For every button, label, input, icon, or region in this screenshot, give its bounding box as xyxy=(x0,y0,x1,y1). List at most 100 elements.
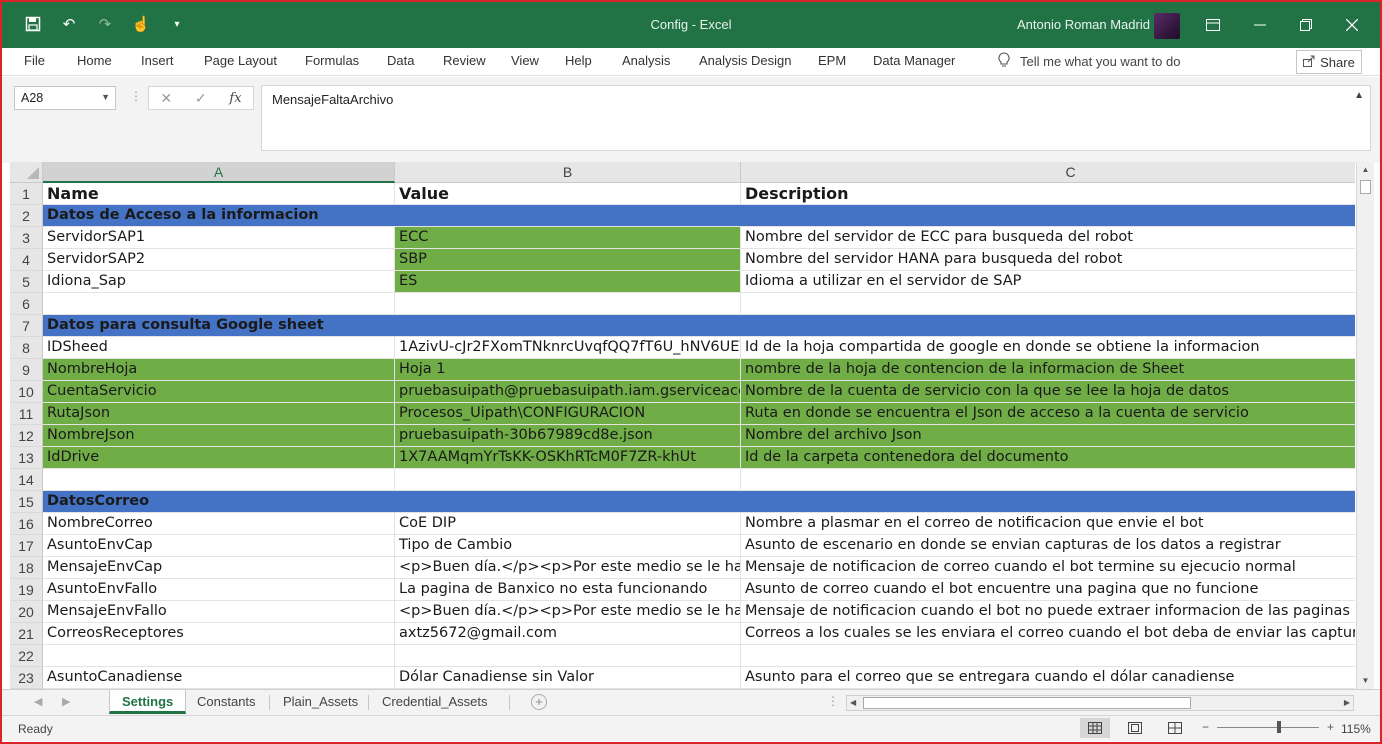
cell-b20[interactable]: <p>Buen día.</p><p>Por este medio se le … xyxy=(395,601,741,623)
scroll-down-icon[interactable]: ▼ xyxy=(1357,673,1374,689)
cell-a9[interactable]: NombreHoja xyxy=(43,359,395,381)
cell-c23[interactable]: Asunto para el correo que se entregara c… xyxy=(741,667,1355,689)
chevron-down-icon[interactable]: ▼ xyxy=(101,92,110,102)
cell-a19[interactable]: AsuntoEnvFallo xyxy=(43,579,395,601)
row-header[interactable]: 5 xyxy=(10,271,43,293)
tab-page-layout[interactable]: Page Layout xyxy=(204,53,277,68)
page-break-view-icon[interactable] xyxy=(1160,718,1190,738)
cell-a10[interactable]: CuentaServicio xyxy=(43,381,395,403)
row-header[interactable]: 20 xyxy=(10,601,43,623)
cell-b21[interactable]: axtz5672@gmail.com xyxy=(395,623,741,645)
cell-c17[interactable]: Asunto de escenario en donde se envian c… xyxy=(741,535,1355,557)
formula-input[interactable]: MensajeFaltaArchivo ▲ xyxy=(261,85,1371,151)
sheet-tab-plain-assets[interactable]: Plain_Assets xyxy=(271,690,370,714)
name-box[interactable]: A28 ▼ xyxy=(14,86,116,110)
cell-a1[interactable]: Name xyxy=(43,183,395,205)
horizontal-scroll-thumb[interactable] xyxy=(863,697,1191,709)
tab-data[interactable]: Data xyxy=(387,53,414,68)
normal-view-icon[interactable] xyxy=(1080,718,1110,738)
cell-c12[interactable]: Nombre del archivo Json xyxy=(741,425,1355,447)
row-header[interactable]: 9 xyxy=(10,359,43,381)
select-all-button[interactable] xyxy=(10,162,43,183)
splitter-icon[interactable]: ⋮ xyxy=(827,694,839,708)
cell-b14[interactable] xyxy=(395,469,741,491)
cell-a5[interactable]: Idiona_Sap xyxy=(43,271,395,293)
cell-c21[interactable]: Correos a los cuales se les enviara el c… xyxy=(741,623,1355,645)
formula-bar-grip-icon[interactable]: ⋮ xyxy=(130,89,142,103)
row-header[interactable]: 14 xyxy=(10,469,43,491)
row-header[interactable]: 6 xyxy=(10,293,43,315)
tab-analysis-design[interactable]: Analysis Design xyxy=(699,53,792,68)
cell-a13[interactable]: IdDrive xyxy=(43,447,395,469)
cell-a20[interactable]: MensajeEnvFallo xyxy=(43,601,395,623)
cell-c1[interactable]: Description xyxy=(741,183,1355,205)
zoom-level[interactable]: 115% xyxy=(1341,722,1371,736)
cell-c2[interactable] xyxy=(741,205,1355,227)
row-header[interactable]: 3 xyxy=(10,227,43,249)
sheet-tab-constants[interactable]: Constants xyxy=(185,690,268,714)
tab-formulas[interactable]: Formulas xyxy=(305,53,359,68)
cell-a12[interactable]: NombreJson xyxy=(43,425,395,447)
row-header[interactable]: 18 xyxy=(10,557,43,579)
enter-icon[interactable]: ✓ xyxy=(195,90,207,107)
cell-a17[interactable]: AsuntoEnvCap xyxy=(43,535,395,557)
row-header[interactable]: 1 xyxy=(10,183,43,205)
zoom-slider[interactable]: − + xyxy=(1202,720,1334,734)
cell-c8[interactable]: Id de la hoja compartida de google en do… xyxy=(741,337,1355,359)
cell-a7[interactable]: Datos para consulta Google sheet xyxy=(43,315,395,337)
row-header[interactable]: 16 xyxy=(10,513,43,535)
ribbon-display-icon[interactable] xyxy=(1200,13,1226,37)
row-header[interactable]: 12 xyxy=(10,425,43,447)
tell-me-box[interactable]: Tell me what you want to do xyxy=(998,52,1180,71)
cell-b17[interactable]: Tipo de Cambio xyxy=(395,535,741,557)
cell-a16[interactable]: NombreCorreo xyxy=(43,513,395,535)
cell-a3[interactable]: ServidorSAP1 xyxy=(43,227,395,249)
row-header[interactable]: 23 xyxy=(10,667,43,689)
cell-c20[interactable]: Mensaje de notificacion cuando el bot no… xyxy=(741,601,1355,623)
row-header[interactable]: 17 xyxy=(10,535,43,557)
zoom-out-icon[interactable]: − xyxy=(1202,720,1209,734)
worksheet-grid[interactable]: A B C 1 Name Value Description 2 Datos de Acc… xyxy=(10,162,1355,689)
new-sheet-icon[interactable]: + xyxy=(531,694,547,710)
cell-c9[interactable]: nombre de la hoja de contencion de la in… xyxy=(741,359,1355,381)
row-header[interactable]: 7 xyxy=(10,315,43,337)
cell-b22[interactable] xyxy=(395,645,741,667)
share-button[interactable]: Share xyxy=(1296,50,1362,74)
cell-c7[interactable] xyxy=(741,315,1355,337)
row-header[interactable]: 19 xyxy=(10,579,43,601)
avatar[interactable] xyxy=(1154,13,1180,39)
cell-a18[interactable]: MensajeEnvCap xyxy=(43,557,395,579)
tab-insert[interactable]: Insert xyxy=(141,53,174,68)
cell-c19[interactable]: Asunto de correo cuando el bot encuentre… xyxy=(741,579,1355,601)
cell-b4[interactable]: SBP xyxy=(395,249,741,271)
next-sheet-icon[interactable]: ▶ xyxy=(62,695,70,708)
tab-review[interactable]: Review xyxy=(443,53,486,68)
vertical-scroll-thumb[interactable] xyxy=(1360,180,1371,194)
cell-b6[interactable] xyxy=(395,293,741,315)
cell-c15[interactable] xyxy=(741,491,1355,513)
tab-analysis[interactable]: Analysis xyxy=(622,53,670,68)
tab-file[interactable]: File xyxy=(24,53,45,68)
restore-icon[interactable] xyxy=(1293,13,1319,37)
vertical-scrollbar[interactable]: ▲ ▼ xyxy=(1356,162,1374,689)
row-header[interactable]: 13 xyxy=(10,447,43,469)
cell-a8[interactable]: IDSheed xyxy=(43,337,395,359)
collapse-formula-bar-icon[interactable]: ▲ xyxy=(1354,90,1364,101)
cell-a21[interactable]: CorreosReceptores xyxy=(43,623,395,645)
cell-b12[interactable]: pruebasuipath-30b67989cd8e.json xyxy=(395,425,741,447)
row-header[interactable]: 8 xyxy=(10,337,43,359)
row-header[interactable]: 21 xyxy=(10,623,43,645)
column-header-c[interactable]: C xyxy=(741,162,1355,183)
horizontal-scrollbar[interactable]: ◀ ▶ xyxy=(846,695,1354,711)
cell-b3[interactable]: ECC xyxy=(395,227,741,249)
cell-b16[interactable]: CoE DIP xyxy=(395,513,741,535)
row-header[interactable]: 22 xyxy=(10,645,43,667)
sheet-tab-credential-assets[interactable]: Credential_Assets xyxy=(370,690,500,714)
minimize-icon[interactable] xyxy=(1247,13,1273,37)
cell-b8[interactable]: 1AzivU-cJr2FXomTNknrcUvqfQQ7fT6U_hNV6UEV xyxy=(395,337,741,359)
cell-a6[interactable] xyxy=(43,293,395,315)
cell-a14[interactable] xyxy=(43,469,395,491)
sheet-tab-settings[interactable]: Settings xyxy=(109,690,187,714)
tab-view[interactable]: View xyxy=(511,53,539,68)
scroll-up-icon[interactable]: ▲ xyxy=(1357,162,1374,178)
